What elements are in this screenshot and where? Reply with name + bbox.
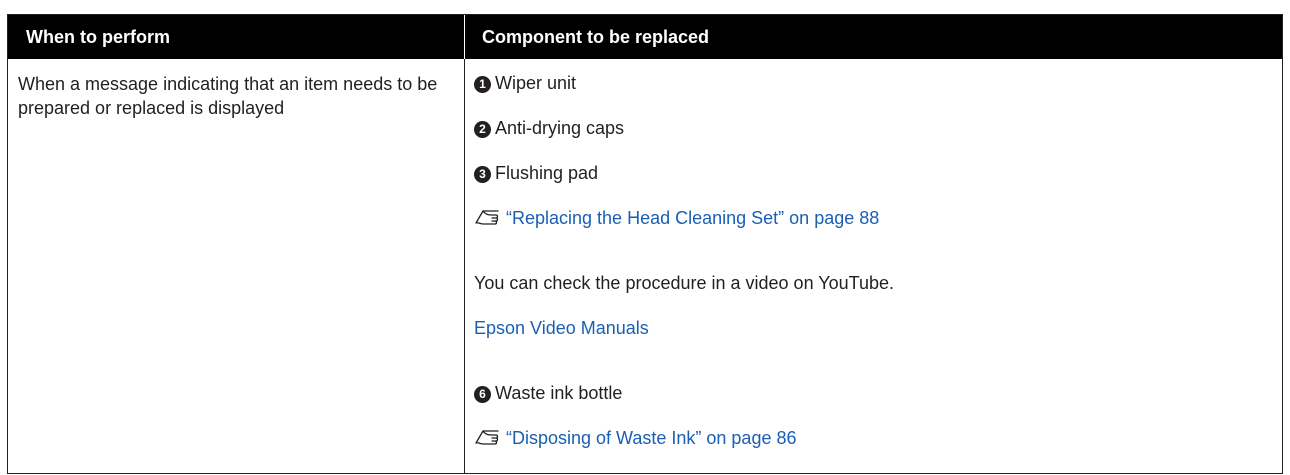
column-divider [464, 59, 465, 473]
table-header: When to perform Component to be replaced [8, 15, 1282, 59]
video-link-text[interactable]: Epson Video Manuals [474, 318, 649, 338]
number-badge: 1 [474, 76, 491, 93]
list-item-wiper-unit: 1 Wiper unit [474, 71, 576, 95]
list-item-label: Wiper unit [495, 73, 577, 93]
list-item-label: Waste ink bottle [495, 383, 623, 403]
reference-link-text[interactable]: “Replacing the Head Cleaning Set” on pag… [506, 208, 879, 228]
number-badge: 6 [474, 386, 491, 403]
list-item-waste-ink-bottle: 6 Waste ink bottle [474, 381, 622, 405]
number-badge: 2 [474, 121, 491, 138]
pointing-hand-reference-icon [475, 430, 499, 445]
reference-link-text[interactable]: “Disposing of Waste Ink” on page 86 [506, 428, 797, 448]
header-component-to-be-replaced: Component to be replaced [464, 15, 1282, 59]
list-item-label: Anti-drying caps [495, 118, 625, 138]
number-badge: 3 [474, 166, 491, 183]
when-to-perform-cell: When a message indicating that an item n… [18, 74, 438, 118]
video-info-text: You can check the procedure in a video o… [474, 273, 894, 293]
reference-link-disposing-waste-ink[interactable]: “Disposing of Waste Ink” on page 86 [474, 426, 797, 450]
list-item-flushing-pad: 3 Flushing pad [474, 161, 598, 185]
list-item-label: Flushing pad [495, 163, 599, 183]
list-item-anti-drying-caps: 2 Anti-drying caps [474, 116, 624, 140]
epson-video-manuals-link[interactable]: Epson Video Manuals [474, 316, 649, 340]
pointing-hand-reference-icon [475, 210, 499, 225]
header-when-to-perform: When to perform [26, 27, 170, 47]
reference-link-head-cleaning-set[interactable]: “Replacing the Head Cleaning Set” on pag… [474, 206, 879, 230]
